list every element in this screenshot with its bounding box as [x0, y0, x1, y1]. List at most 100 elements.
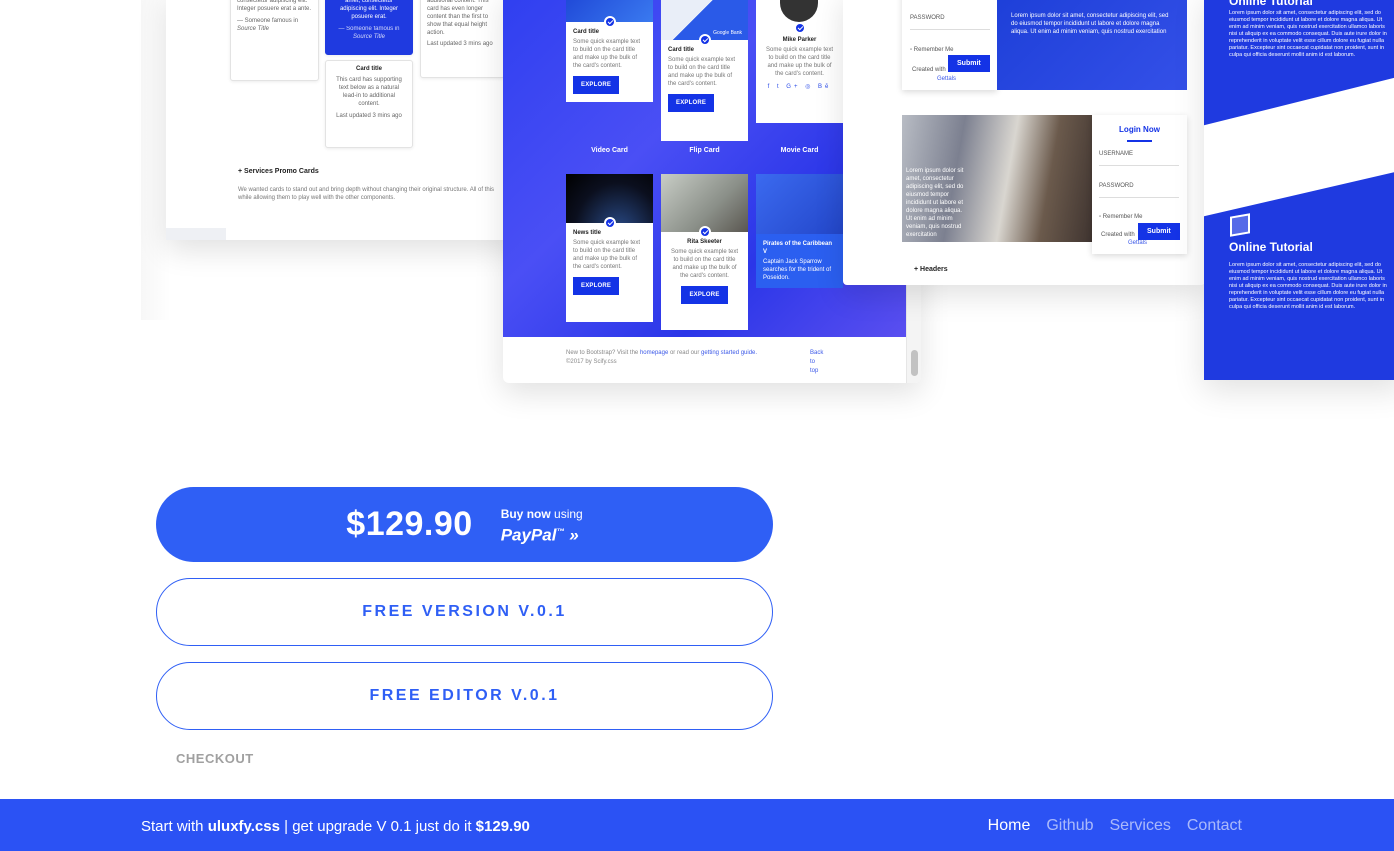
login-title: Login Now — [1119, 125, 1160, 134]
created-label: Created with — [912, 67, 946, 73]
blue-quote-source-title: Source Title — [353, 34, 385, 40]
header-blue-text: Lorem ipsum dolor sit amet, consectetur … — [1011, 13, 1169, 35]
card-3-profile: Mike Parker Some quick example text to b… — [756, 0, 843, 123]
buy-now-text: Buy now — [500, 506, 551, 521]
quote-card: consectetur adipiscing elit. Integer pos… — [230, 0, 319, 81]
title-underline — [1127, 140, 1152, 142]
quote-source-title: Source Title — [237, 26, 269, 32]
blue-quote-text: amet, consectetur adipiscing elit. Integ… — [339, 0, 399, 20]
remember-label: Remember Me — [1102, 214, 1143, 220]
quote-source: — Someone famous in Source Title — [237, 17, 312, 33]
services-desc: We wanted cards to stand out and bring d… — [238, 187, 495, 201]
quote-source-text: — Someone famous in — [237, 18, 299, 24]
supporting-card-text: This card has supporting text below as a… — [336, 77, 402, 107]
blue-quote-card: amet, consectetur adipiscing elit. Integ… — [325, 0, 413, 55]
image-caption: Google Bank — [713, 30, 742, 36]
footer-nav: Home Github Services Contact — [988, 817, 1242, 835]
nav-services[interactable]: Services — [1110, 817, 1171, 835]
label-video-card: Video Card — [591, 147, 628, 154]
submit-button[interactable]: Submit — [948, 55, 990, 72]
movie-title: Pirates of the Caribbean V — [763, 241, 833, 255]
cube-icon — [1230, 213, 1250, 237]
tutorial-text-top: Lorem ipsum dolor sit amet, consectetur … — [1229, 10, 1387, 58]
photo-overlay-text: Lorem ipsum dolor sit amet, consectetur … — [906, 168, 964, 238]
text-card-body: additional content. This card has even l… — [427, 0, 489, 36]
password-input[interactable] — [1099, 197, 1179, 198]
price-label: $129.90 — [346, 505, 473, 543]
buy-paypal-button[interactable]: $129.90 Buy now using PayPal™ » — [156, 487, 773, 562]
explore-button[interactable]: EXPLORE — [573, 76, 620, 94]
nav-home[interactable]: Home — [988, 817, 1031, 835]
login-form-2: Login Now USERNAME PASSWORD ▫ Remember M… — [1092, 115, 1187, 254]
card-header — [756, 0, 843, 34]
footer-start-text: Start with — [141, 818, 204, 835]
submit-button[interactable]: Submit — [1138, 223, 1180, 240]
card-text: Some quick example text to build on the … — [573, 240, 641, 270]
blue-header-block: Lorem ipsum dolor sit amet, consectetur … — [997, 0, 1187, 90]
label-flip-card: Flip Card — [689, 147, 720, 154]
portrait-image — [661, 174, 748, 238]
card-title: Mike Parker — [782, 37, 817, 43]
explore-button[interactable]: EXPLORE — [573, 277, 620, 295]
card-text: Some quick example text to build on the … — [573, 39, 641, 69]
card-text: Some quick example text to build on the … — [670, 249, 739, 279]
password-input[interactable] — [910, 29, 990, 30]
card-text: Some quick example text to build on the … — [668, 57, 736, 87]
paypal-label: Buy now using PayPal™ » — [501, 505, 583, 545]
text-card-updated: Last updated 3 mins ago — [427, 41, 493, 47]
movie-text: Captain Jack Sparrow searches for the tr… — [763, 259, 832, 281]
showcase-preview: consectetur adipiscing elit. Integer pos… — [0, 0, 1394, 420]
quote-text: consectetur adipiscing elit. Integer pos… — [237, 0, 312, 12]
card-title: Rita Skeeter — [687, 239, 722, 245]
password-label: PASSWORD — [910, 15, 945, 21]
check-icon — [793, 22, 806, 34]
homepage-link[interactable]: homepage — [640, 350, 668, 356]
explore-button[interactable]: EXPLORE — [681, 286, 728, 304]
earth-image — [566, 174, 653, 229]
password-label: PASSWORD — [1099, 183, 1134, 189]
remember-label: Remember Me — [913, 47, 954, 53]
scrollbar-thumb[interactable] — [911, 350, 918, 376]
getting-started-link[interactable]: getting started guide. — [701, 350, 757, 356]
paypal-line: PayPal™ » — [500, 525, 579, 545]
remember-row[interactable]: ▫ Remember Me — [1099, 214, 1142, 220]
free-editor-button[interactable]: FREE EDITOR V.0.1 — [156, 662, 773, 730]
explore-button[interactable]: EXPLORE — [668, 94, 715, 112]
footer-text: New to Bootstrap? Visit the — [566, 350, 639, 356]
avatar — [780, 0, 818, 22]
checkout-link[interactable]: CHECKOUT — [176, 751, 254, 766]
card-image: Google Bank — [661, 0, 748, 46]
created-link[interactable]: Gettals — [1128, 240, 1147, 246]
created-link[interactable]: Gettals — [937, 76, 956, 82]
card-6-movie: Pirates of the Caribbean V Captain Jack … — [756, 174, 843, 288]
back-to-top-link[interactable]: Back to top — [810, 349, 823, 376]
check-icon — [698, 226, 711, 238]
laptop-photo: Lorem ipsum dolor sit amet, consectetur … — [902, 115, 1092, 242]
preview-footer-line1: New to Bootstrap? Visit the homepage or … — [566, 349, 757, 358]
movie-image — [756, 174, 843, 234]
supporting-card-title: Card title — [355, 66, 382, 72]
card-2: Google Bank Card title Some quick exampl… — [661, 0, 748, 141]
supporting-card: Card title This card has supporting text… — [325, 60, 413, 148]
check-icon — [603, 217, 616, 229]
created-label: Created with — [1101, 232, 1135, 238]
tutorial-text-bottom: Lorem ipsum dolor sit amet, consectetur … — [1229, 262, 1387, 310]
nav-github[interactable]: Github — [1046, 817, 1093, 835]
nav-contact[interactable]: Contact — [1187, 817, 1242, 835]
card-5-person: Rita Skeeter Some quick example text to … — [661, 174, 748, 330]
footer-brand: uluxfy.css — [207, 818, 280, 835]
blue-quote-source-text: — Someone famous in — [338, 26, 400, 32]
username-input[interactable] — [1099, 165, 1179, 166]
supporting-card-updated: Last updated 3 mins ago — [336, 113, 402, 119]
card-title: News title — [573, 230, 602, 236]
social-icons[interactable]: f t G+ ◎ Bē — [756, 83, 843, 91]
free-version-button[interactable]: FREE VERSION V.0.1 — [156, 578, 773, 646]
card-text: Some quick example text to build on the … — [765, 47, 834, 77]
paypal-logo: PayPal — [500, 525, 557, 545]
label-movie-card: Movie Card — [780, 147, 819, 154]
footer-message: Start with uluxfy.css | get upgrade V 0.… — [141, 818, 530, 835]
footer-text: or read our — [669, 350, 700, 356]
tutorial-preview-panel: Online Tutorial Lorem ipsum dolor sit am… — [1204, 0, 1394, 380]
remember-row[interactable]: ▫ Remember Me — [910, 47, 953, 53]
eye-icon — [698, 34, 711, 46]
